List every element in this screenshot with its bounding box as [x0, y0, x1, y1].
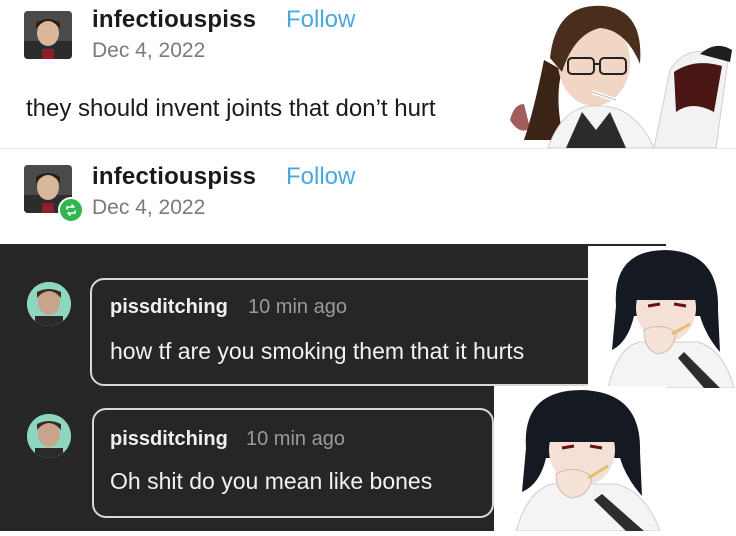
- reply-username[interactable]: pissditching: [110, 296, 228, 319]
- reply-avatar[interactable]: [27, 282, 71, 326]
- avatar[interactable]: [24, 11, 72, 59]
- reply-username[interactable]: pissditching: [110, 428, 228, 451]
- reply-bubble: pissditching 10 min ago Oh shit do you m…: [92, 408, 494, 518]
- reblog-icon: [58, 197, 84, 223]
- original-post: infectiouspiss Follow Dec 4, 2022 they s…: [0, 0, 736, 149]
- post-username[interactable]: infectiouspiss: [92, 6, 256, 34]
- reply-timestamp: 10 min ago: [246, 428, 345, 450]
- reply-text: Oh shit do you mean like bones: [110, 468, 433, 494]
- character-illustration: [588, 246, 736, 389]
- reblog-header: infectiouspiss Follow Dec 4, 2022: [0, 148, 736, 245]
- character-illustration: [504, 0, 736, 149]
- follow-button[interactable]: Follow: [286, 6, 355, 34]
- reblog-date[interactable]: Dec 4, 2022: [92, 196, 205, 220]
- reply-avatar[interactable]: [27, 414, 71, 458]
- reblog-username[interactable]: infectiouspiss: [92, 163, 256, 191]
- reply-timestamp: 10 min ago: [248, 296, 347, 318]
- post-date[interactable]: Dec 4, 2022: [92, 39, 205, 63]
- reblog-follow-button[interactable]: Follow: [286, 163, 355, 191]
- reply-text: how tf are you smoking them that it hurt…: [110, 338, 525, 364]
- post-body: they should invent joints that don’t hur…: [26, 95, 436, 122]
- character-illustration: [494, 386, 666, 532]
- reply-bubble: pissditching 10 min ago how tf are you s…: [90, 278, 610, 386]
